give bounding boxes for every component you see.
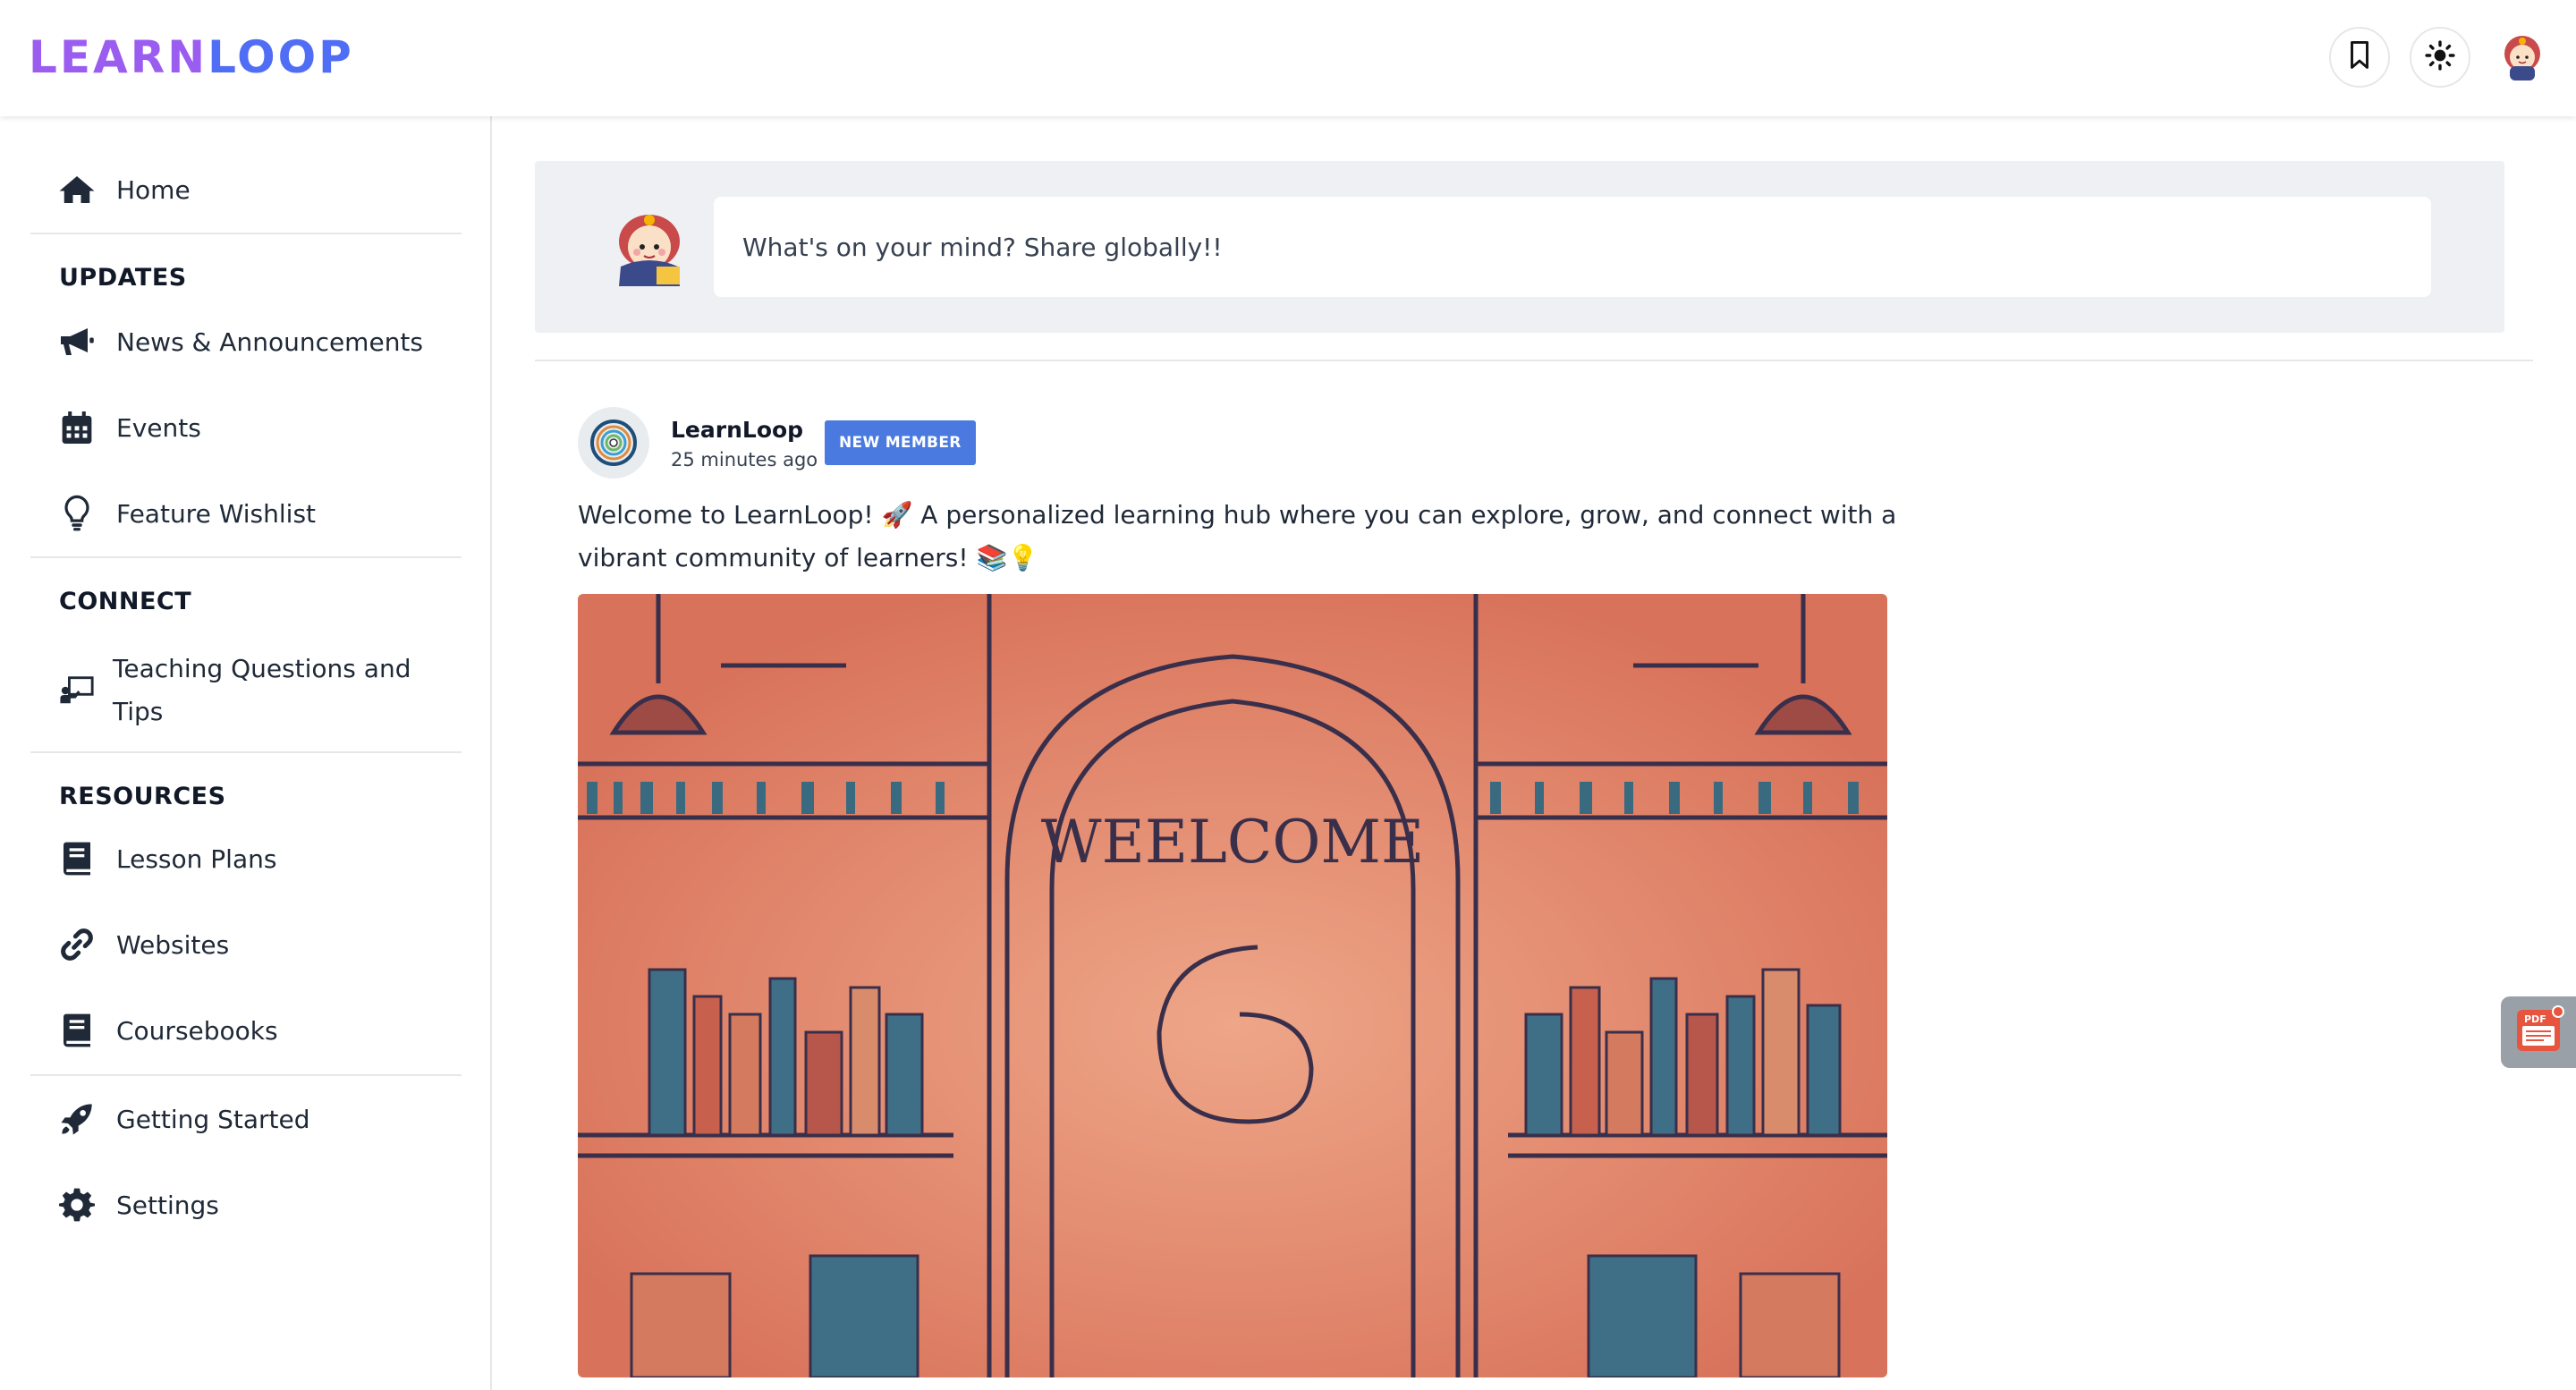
composer-avatar [605,204,694,290]
sidebar-item-label-line-1: Teaching Questions and [113,654,411,683]
image-welcome-text: WEELCOME [1041,808,1424,877]
sidebar-item-label: Feature Wishlist [116,498,317,529]
logo-part-learn: LEARN [29,31,208,83]
sidebar-item-label: News & Announcements [116,326,423,357]
bookmark-button[interactable] [2329,27,2390,88]
lightbulb-icon [57,494,97,533]
sidebar-divider [30,1074,462,1076]
sidebar-item-websites[interactable]: Websites [57,925,229,964]
sidebar-item-settings[interactable]: Settings [57,1185,219,1225]
sidebar-item-label: Coursebooks [116,1015,278,1046]
pdf-icon: PDF [2512,1004,2565,1060]
feed-divider [535,360,2533,361]
sidebar-divider [30,233,462,234]
link-icon [57,925,97,964]
megaphone-icon [57,322,97,361]
section-title-resources: RESOURCES [59,783,226,810]
calendar-icon [57,408,97,447]
section-title-connect: CONNECT [59,588,192,615]
sidebar-item-lesson-plans[interactable]: Lesson Plans [57,839,276,878]
book-icon [57,1011,97,1050]
sidebar-item-label: Lesson Plans [116,843,277,874]
rocket-icon [57,1099,97,1139]
sidebar-item-label: Websites [116,929,230,960]
sidebar-item-label: Settings [116,1190,219,1220]
app-logo[interactable]: LEARN LOOP [29,30,354,84]
chalkboard-teacher-icon [57,671,97,710]
sidebar-item-label: Getting Started [116,1104,310,1134]
post-timestamp: 25 minutes ago [671,449,818,470]
post-image[interactable]: WEELCOME [578,594,1887,1377]
pdf-export-tab[interactable]: PDF [2501,996,2576,1068]
pdf-label: PDF [2524,1013,2546,1025]
sidebar-divider [30,751,462,753]
sidebar-item-home[interactable]: Home [57,170,191,209]
post-author-name[interactable]: LearnLoop [671,417,803,443]
post-author-avatar[interactable] [578,407,649,479]
sidebar-item-getting-started[interactable]: Getting Started [57,1099,309,1139]
sidebar: Home UPDATES News & Announcements Events… [0,116,492,1390]
theme-toggle-button[interactable] [2410,27,2470,88]
logo-part-loop: LOOP [208,31,354,83]
sidebar-item-label: Home [116,174,191,205]
new-member-badge: NEW MEMBER [825,420,976,465]
sidebar-item-label-line-2: Tips [113,697,164,726]
sidebar-item-feature-wishlist[interactable]: Feature Wishlist [57,494,316,533]
sidebar-item-news[interactable]: News & Announcements [57,322,423,361]
sidebar-item-teaching-questions[interactable]: Teaching Questions and Tips [57,648,411,733]
sidebar-item-label: Teaching Questions and Tips [113,648,411,733]
post-body: Welcome to LearnLoop! 🚀 A personalized l… [578,500,1897,572]
home-icon [57,170,97,209]
sun-icon [2425,40,2455,74]
top-header: LEARN LOOP [0,0,2576,116]
section-title-updates: UPDATES [59,264,187,292]
gear-icon [57,1185,97,1225]
composer-input[interactable] [714,197,2431,297]
bookmark-icon [2346,40,2373,74]
sidebar-item-label: Events [116,412,201,443]
sidebar-item-events[interactable]: Events [57,408,201,447]
sidebar-item-coursebooks[interactable]: Coursebooks [57,1011,278,1050]
user-avatar[interactable] [2492,27,2553,88]
book-icon [57,839,97,878]
sidebar-divider [30,556,462,558]
